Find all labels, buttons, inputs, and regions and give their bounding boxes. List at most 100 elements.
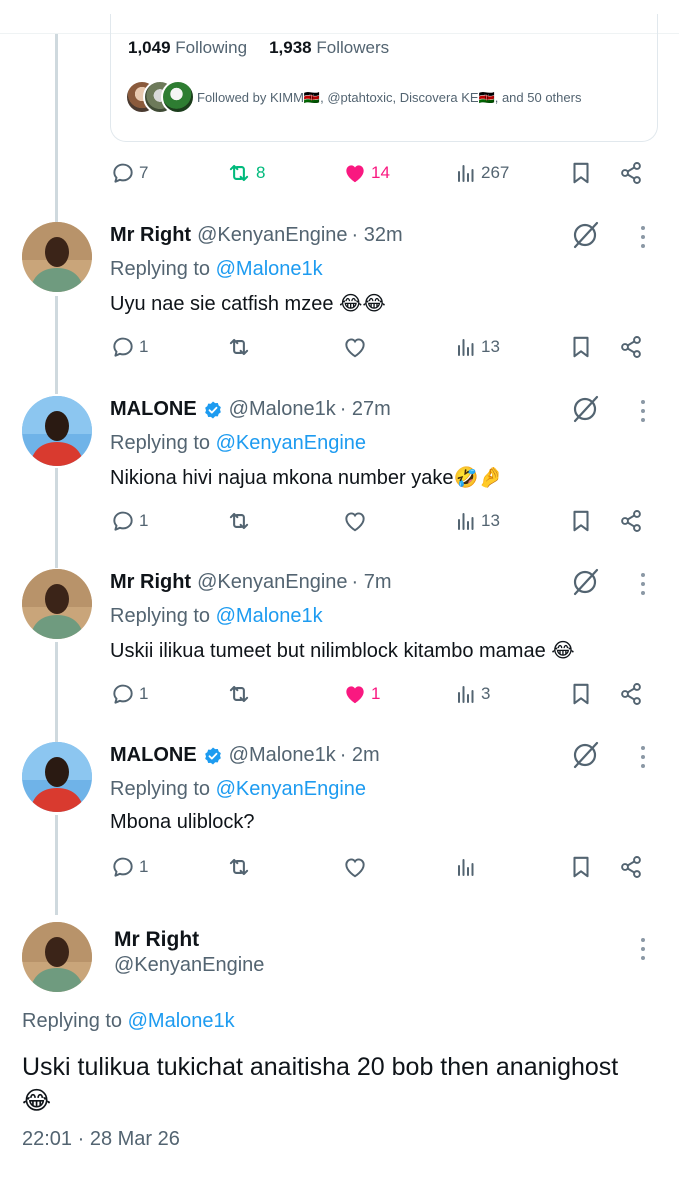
author-name[interactable]: Mr Right bbox=[110, 571, 191, 594]
like-button[interactable]: 1 bbox=[342, 679, 380, 709]
repost-button[interactable] bbox=[225, 332, 256, 362]
views-count: 3 bbox=[481, 684, 491, 703]
more-button[interactable] bbox=[636, 936, 650, 962]
profile-hover-card: 1,049 Following 1,938 Followers Followed… bbox=[110, 14, 658, 142]
bookmark-button[interactable] bbox=[568, 332, 594, 362]
tweet-text: Uski tulikua tukichat anaitisha 20 bob t… bbox=[22, 1053, 619, 1115]
replying-to: Replying to @KenyanEngine bbox=[110, 432, 366, 455]
following-link[interactable]: 1,049 Following bbox=[128, 38, 247, 58]
tweet-actions: 1 1 3 bbox=[110, 679, 650, 709]
grok-button[interactable] bbox=[570, 567, 600, 597]
views-icon bbox=[458, 686, 474, 703]
repost-icon bbox=[229, 164, 249, 182]
avatar[interactable] bbox=[22, 396, 92, 466]
author-handle[interactable]: @KenyanEngine bbox=[197, 224, 347, 247]
reply-count: 1 bbox=[139, 857, 149, 876]
reply-button[interactable]: 1 bbox=[110, 679, 148, 709]
author-name[interactable]: Mr Right bbox=[110, 224, 191, 247]
bookmark-button[interactable] bbox=[568, 852, 594, 882]
followers-link[interactable]: 1,938 Followers bbox=[269, 38, 389, 58]
grok-button[interactable] bbox=[570, 394, 600, 424]
share-button[interactable] bbox=[618, 332, 644, 362]
grok-button[interactable] bbox=[570, 220, 600, 250]
mention-link[interactable]: @Malone1k bbox=[216, 258, 323, 280]
avatar[interactable] bbox=[22, 222, 92, 292]
bookmark-button[interactable] bbox=[568, 506, 594, 536]
thread-line bbox=[55, 296, 58, 394]
like-button[interactable] bbox=[342, 506, 371, 536]
like-button[interactable]: 14 bbox=[342, 158, 390, 188]
mention-link[interactable]: @KenyanEngine bbox=[216, 432, 366, 454]
views-button[interactable]: 13 bbox=[454, 332, 500, 362]
avatar[interactable] bbox=[22, 922, 92, 992]
share-button[interactable] bbox=[618, 679, 644, 709]
bookmark-button[interactable] bbox=[568, 158, 594, 188]
more-icon bbox=[641, 938, 645, 960]
tweet-header: MALONE @Malone1k · 2m bbox=[110, 744, 380, 767]
more-button[interactable] bbox=[636, 224, 650, 250]
like-button[interactable] bbox=[342, 852, 371, 882]
views-button[interactable]: 13 bbox=[454, 506, 500, 536]
mention-link[interactable]: @Malone1k bbox=[216, 605, 323, 627]
reply-count: 7 bbox=[139, 163, 149, 182]
views-icon bbox=[458, 859, 474, 876]
avatar[interactable] bbox=[22, 569, 92, 639]
verified-badge-icon bbox=[204, 401, 221, 418]
views-count: 267 bbox=[481, 163, 510, 182]
tweet-timestamp[interactable]: 22:01 · 28 Mar 26 bbox=[22, 1128, 180, 1151]
author-handle[interactable]: @Malone1k bbox=[229, 398, 336, 421]
share-button[interactable] bbox=[618, 852, 644, 882]
followed-by[interactable]: Followed by KIMM🇰🇪, @ptahtoxic, Discover… bbox=[125, 80, 581, 116]
replying-to: Replying to @Malone1k bbox=[110, 258, 323, 281]
more-icon bbox=[641, 746, 645, 768]
like-button[interactable] bbox=[342, 332, 371, 362]
mention-link[interactable]: @KenyanEngine bbox=[216, 778, 366, 800]
replying-prefix: Replying to bbox=[110, 258, 211, 280]
repost-icon bbox=[229, 858, 249, 876]
author-handle[interactable]: @KenyanEngine bbox=[114, 954, 264, 977]
tweet-time[interactable]: · 7m bbox=[352, 571, 392, 594]
repost-button[interactable]: 8 bbox=[225, 158, 265, 188]
views-button[interactable] bbox=[454, 852, 481, 882]
follow-counts: 1,049 Following 1,938 Followers bbox=[128, 38, 389, 58]
author-name[interactable]: MALONE bbox=[110, 744, 197, 767]
author-name[interactable]: MALONE bbox=[110, 398, 197, 421]
tweet-time[interactable]: · 2m bbox=[340, 744, 380, 767]
share-icon bbox=[621, 856, 641, 878]
repost-button[interactable] bbox=[225, 679, 256, 709]
mention-link[interactable]: @Malone1k bbox=[128, 1010, 235, 1032]
grok-button[interactable] bbox=[570, 740, 600, 770]
repost-button[interactable] bbox=[225, 506, 256, 536]
tweet-time[interactable]: · 32m bbox=[352, 224, 403, 247]
bookmark-button[interactable] bbox=[568, 679, 594, 709]
views-button[interactable]: 267 bbox=[454, 158, 509, 188]
more-button[interactable] bbox=[636, 744, 650, 770]
more-button[interactable] bbox=[636, 571, 650, 597]
author-handle[interactable]: @KenyanEngine bbox=[197, 571, 347, 594]
views-count: 13 bbox=[481, 511, 500, 530]
replying-prefix: Replying to bbox=[110, 778, 211, 800]
reply-icon bbox=[113, 684, 133, 704]
like-icon bbox=[345, 338, 365, 358]
avatar[interactable] bbox=[22, 742, 92, 812]
views-icon bbox=[458, 165, 474, 182]
tweet-time[interactable]: · 27m bbox=[340, 398, 391, 421]
replying-prefix: Replying to bbox=[110, 605, 211, 627]
repost-button[interactable] bbox=[225, 852, 256, 882]
share-icon bbox=[621, 510, 641, 532]
reply-button[interactable]: 1 bbox=[110, 332, 148, 362]
share-button[interactable] bbox=[618, 506, 644, 536]
tweet-actions: 7 8 14 267 bbox=[110, 158, 650, 188]
author-handle[interactable]: @Malone1k bbox=[229, 744, 336, 767]
share-button[interactable] bbox=[618, 158, 644, 188]
more-button[interactable] bbox=[636, 398, 650, 424]
thread-line bbox=[55, 468, 58, 568]
views-button[interactable]: 3 bbox=[454, 679, 490, 709]
more-icon bbox=[641, 400, 645, 422]
reply-button[interactable]: 7 bbox=[110, 158, 148, 188]
followers-label: Followers bbox=[316, 38, 390, 57]
reply-button[interactable]: 1 bbox=[110, 506, 148, 536]
grok-icon bbox=[573, 741, 599, 769]
reply-button[interactable]: 1 bbox=[110, 852, 148, 882]
author-name[interactable]: Mr Right bbox=[114, 928, 199, 952]
